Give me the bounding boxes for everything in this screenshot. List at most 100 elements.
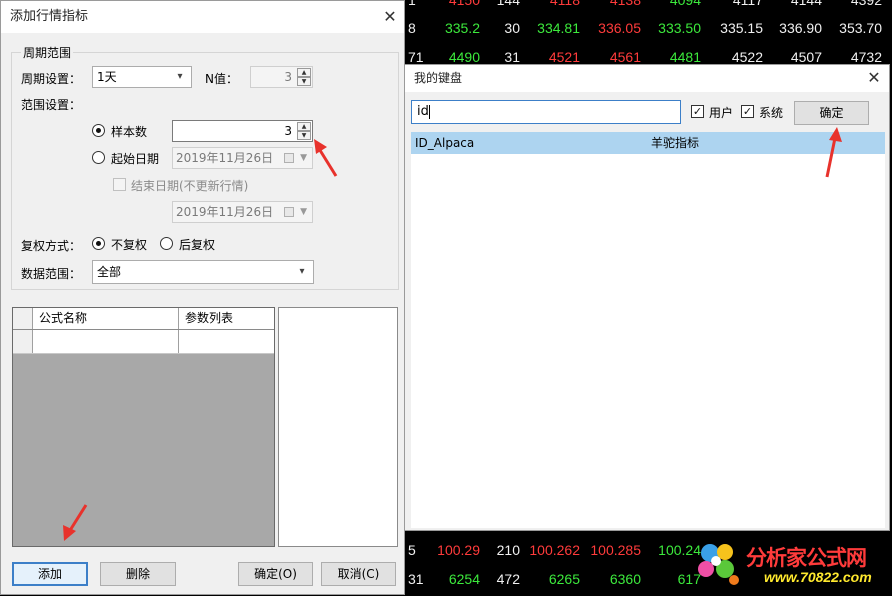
quote-cell: 100.262 bbox=[529, 542, 580, 558]
quote-cell: 6265 bbox=[548, 571, 580, 587]
delete-button[interactable]: 删除 bbox=[100, 562, 176, 586]
quote-cell: 336.05 bbox=[598, 20, 641, 36]
table-row[interactable] bbox=[13, 330, 274, 354]
quote-cell: 336.90 bbox=[779, 20, 822, 36]
data-range-select[interactable]: 全部 ▾ bbox=[92, 260, 314, 284]
spin-up-icon[interactable]: ▲ bbox=[297, 68, 311, 77]
formula-table-header: 公式名称 参数列表 bbox=[13, 308, 274, 330]
quote-cell: 8 bbox=[408, 20, 416, 36]
quote-cell: 210 bbox=[496, 542, 520, 558]
quote-cell: 5 bbox=[408, 542, 416, 558]
sample-count-value: 3 bbox=[284, 124, 292, 138]
list-item[interactable]: ID_Alpaca 羊驼指标 bbox=[411, 132, 885, 154]
calendar-icon bbox=[284, 207, 294, 217]
system-checkbox[interactable]: ✓ bbox=[741, 105, 754, 118]
column-header-formula-name[interactable]: 公式名称 bbox=[33, 308, 179, 329]
logo-text: 分析家公式网 bbox=[746, 546, 867, 570]
period-setting-label: 周期设置： bbox=[21, 72, 82, 86]
period-select[interactable]: 1天 ▾ bbox=[92, 66, 192, 88]
n-value: 3 bbox=[284, 70, 292, 84]
formula-name-cell[interactable] bbox=[33, 330, 179, 353]
period-select-value: 1天 bbox=[97, 70, 117, 84]
quote-cell: 334.81 bbox=[537, 20, 580, 36]
quote-cell: 4150 bbox=[448, 0, 480, 8]
user-checkbox[interactable]: ✓ bbox=[691, 105, 704, 118]
no-adjust-radio[interactable] bbox=[92, 237, 105, 250]
quote-cell: 333.50 bbox=[658, 20, 701, 36]
start-date-radio[interactable] bbox=[92, 151, 105, 164]
keyboard-ok-button[interactable]: 确定 bbox=[794, 101, 869, 125]
result-name: 羊驼指标 bbox=[651, 136, 700, 150]
quote-cell: 6360 bbox=[609, 571, 641, 587]
sample-count-radio[interactable] bbox=[92, 124, 105, 137]
quote-cell: 100.285 bbox=[590, 542, 641, 558]
calendar-icon bbox=[284, 153, 294, 163]
logo-url: www.70822.com bbox=[764, 569, 872, 585]
quote-cell: 335.2 bbox=[444, 20, 480, 36]
start-date-picker[interactable]: 2019年11月26日 ▼ bbox=[172, 147, 313, 169]
n-value-label: N值： bbox=[205, 72, 238, 86]
dialog-title: 我的键盘 bbox=[414, 71, 463, 85]
annotation-arrow-icon bbox=[314, 139, 338, 177]
dialog-title-bar: 添加行情指标 bbox=[1, 1, 404, 33]
quote-cell: 4144 bbox=[790, 0, 822, 8]
start-date-label: 起始日期 bbox=[111, 152, 160, 166]
add-button[interactable]: 添加 bbox=[12, 562, 88, 586]
row-header-corner bbox=[13, 308, 33, 329]
data-range-value: 全部 bbox=[97, 265, 122, 279]
cancel-button[interactable]: 取消(C) bbox=[321, 562, 396, 586]
data-range-label: 数据范围： bbox=[21, 267, 82, 281]
no-adjust-label: 不复权 bbox=[111, 238, 148, 252]
quote-cell: 4392 bbox=[850, 0, 882, 8]
chevron-down-icon: ▾ bbox=[299, 266, 305, 277]
spin-down-icon[interactable]: ▼ bbox=[297, 77, 311, 86]
n-value-stepper[interactable]: 3 ▲ ▼ bbox=[250, 66, 313, 88]
quote-cell: 472 bbox=[496, 571, 520, 587]
spin-down-icon[interactable]: ▼ bbox=[297, 131, 311, 140]
quote-row[interactable]: 1 4150 144 4118 4138 4094 4117 4144 4392 bbox=[400, 0, 892, 14]
quote-row[interactable]: 8 335.2 30 334.81 336.05 333.50 335.15 336.90 35… bbox=[400, 14, 892, 42]
dialog-title-bar: 我的键盘 bbox=[405, 65, 889, 92]
period-group-label: 周期范围 bbox=[21, 44, 74, 61]
start-date-value: 2019年11月26日 bbox=[176, 151, 274, 165]
text-cursor bbox=[428, 104, 430, 119]
spin-up-icon[interactable]: ▲ bbox=[297, 122, 311, 131]
quote-cell: 335.15 bbox=[720, 20, 763, 36]
close-icon[interactable]: ✕ bbox=[380, 7, 400, 27]
system-checkbox-label: 系统 bbox=[759, 106, 784, 120]
quote-cell: 4117 bbox=[732, 0, 763, 8]
period-range-group bbox=[11, 52, 399, 290]
quote-cell: 31 bbox=[408, 571, 424, 587]
quote-cell: 30 bbox=[504, 20, 520, 36]
quote-cell: 353.70 bbox=[839, 20, 882, 36]
params-cell[interactable] bbox=[179, 330, 274, 353]
quote-cell: 6254 bbox=[448, 571, 480, 587]
close-icon[interactable]: ✕ bbox=[864, 68, 884, 88]
chevron-down-icon: ▼ bbox=[300, 153, 307, 163]
quote-cell: 4118 bbox=[549, 0, 580, 8]
logo-flower-icon bbox=[698, 544, 739, 585]
row-header bbox=[13, 330, 33, 353]
back-adjust-label: 后复权 bbox=[179, 238, 216, 252]
chevron-down-icon: ▾ bbox=[177, 71, 183, 82]
end-date-value: 2019年11月26日 bbox=[176, 205, 274, 219]
adjust-label: 复权方式： bbox=[21, 239, 82, 253]
sample-count-stepper[interactable]: 3 ▲ ▼ bbox=[172, 120, 313, 142]
end-date-label: 结束日期(不更新行情) bbox=[131, 179, 249, 193]
end-date-checkbox[interactable] bbox=[113, 178, 126, 191]
column-header-params[interactable]: 参数列表 bbox=[179, 308, 274, 329]
keyboard-result-list[interactable]: ID_Alpaca 羊驼指标 bbox=[411, 132, 885, 528]
quote-cell: 4138 bbox=[609, 0, 641, 8]
site-logo: 分析家公式网 www.70822.com bbox=[694, 538, 890, 593]
formula-table[interactable]: 公式名称 参数列表 bbox=[12, 307, 275, 547]
keyboard-search-input[interactable]: id bbox=[411, 100, 681, 124]
quote-cell: 100.29 bbox=[437, 542, 480, 558]
end-date-picker[interactable]: 2019年11月26日 ▼ bbox=[172, 201, 313, 223]
annotation-arrow-icon bbox=[63, 504, 88, 541]
chevron-down-icon: ▼ bbox=[300, 207, 307, 217]
user-checkbox-label: 用户 bbox=[709, 106, 734, 120]
annotation-arrow-icon bbox=[825, 127, 842, 178]
back-adjust-radio[interactable] bbox=[160, 237, 173, 250]
result-code: ID_Alpaca bbox=[415, 136, 475, 150]
ok-button[interactable]: 确定(O) bbox=[238, 562, 313, 586]
